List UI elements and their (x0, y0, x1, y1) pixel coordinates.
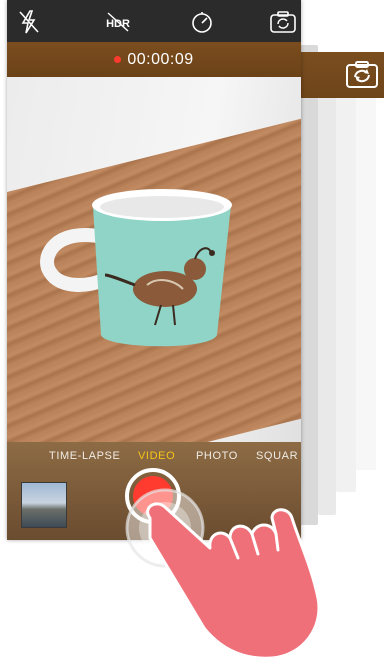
mode-square[interactable]: SQUAR (256, 450, 298, 462)
viewfinder[interactable] (7, 77, 301, 442)
phone-ghost-layer (356, 70, 376, 470)
timer-icon[interactable] (188, 8, 216, 36)
hdr-label: HDR (106, 18, 130, 30)
hdr-icon[interactable]: HDR (102, 8, 134, 36)
mode-photo[interactable]: PHOTO (196, 450, 238, 462)
phone-ghost-layer (336, 62, 356, 492)
tap-hand-icon (112, 478, 372, 664)
mode-video[interactable]: VIDEO (138, 450, 175, 462)
phone-ghost-layer (300, 45, 318, 525)
recording-indicator (114, 56, 122, 63)
camera-switch-icon (345, 60, 379, 90)
camera-screen: HDR 00:00:09 TIME-LAPSE VIDEO PHOTO SQUA… (7, 0, 301, 540)
recording-timer-bar: 00:00:09 (7, 42, 301, 77)
phone-ghost-layer (318, 55, 336, 515)
camera-switch-icon[interactable] (269, 8, 297, 36)
mode-time-lapse[interactable]: TIME-LAPSE (49, 450, 120, 462)
recording-timer: 00:00:09 (127, 50, 194, 68)
last-capture-thumbnail[interactable] (21, 482, 67, 528)
mug-image (40, 189, 232, 347)
top-toolbar: HDR (7, 0, 301, 42)
flash-off-icon[interactable] (15, 8, 43, 36)
